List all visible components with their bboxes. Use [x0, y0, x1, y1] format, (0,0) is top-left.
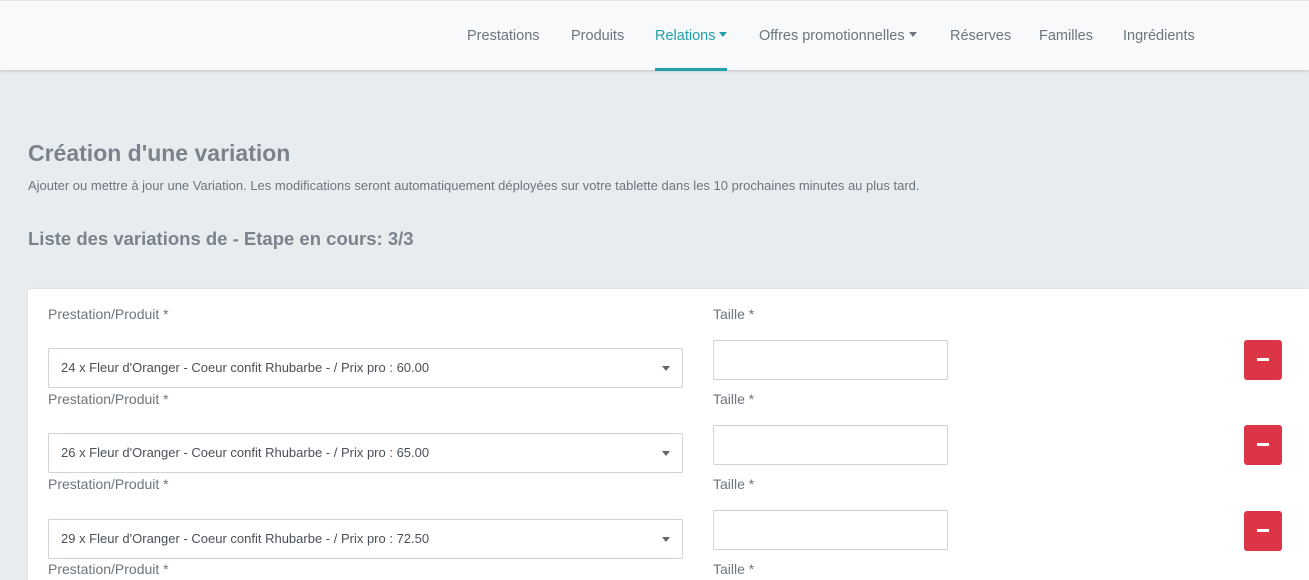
nav-item-ingredients[interactable]: Ingrédients [1123, 1, 1195, 71]
size-label: Taille * [713, 306, 755, 322]
product-select[interactable]: 24 x Fleur d'Oranger - Coeur confit Rhub… [48, 348, 683, 388]
variations-card: Prestation/Produit * 24 x Fleur d'Orange… [28, 289, 1309, 580]
size-input[interactable] [713, 425, 948, 465]
size-label: Taille * [713, 391, 755, 407]
minus-icon [1257, 529, 1269, 532]
nav-item-reserves[interactable]: Réserves [950, 1, 1011, 71]
variation-row: Prestation/Produit * Taille * [28, 560, 1309, 580]
nav-item-label: Réserves [950, 28, 1012, 44]
variation-row: Prestation/Produit * 24 x Fleur d'Orange… [28, 304, 1309, 389]
size-input[interactable] [713, 340, 948, 380]
product-select-value: 29 x Fleur d'Oranger - Coeur confit Rhub… [61, 531, 430, 546]
dropdown-arrow-icon [662, 366, 670, 371]
nav-item-familles[interactable]: Familles [1039, 1, 1093, 71]
product-label: Prestation/Produit * [48, 476, 169, 492]
nav-item-label: Offres promotionnelles [759, 28, 905, 44]
product-select-value: 26 x Fleur d'Oranger - Coeur confit Rhub… [61, 445, 430, 460]
remove-variation-button[interactable] [1244, 511, 1282, 551]
product-label: Prestation/Produit * [48, 561, 169, 577]
nav-item-label: Produits [571, 28, 625, 44]
list-title: Liste des variations de - Etape en cours… [28, 228, 414, 249]
caret-down-icon [908, 31, 917, 37]
dropdown-arrow-icon [662, 451, 670, 456]
page-subtitle: Ajouter ou mettre à jour une Variation. … [28, 178, 920, 193]
remove-variation-button[interactable] [1244, 340, 1282, 380]
variation-row: Prestation/Produit * 29 x Fleur d'Orange… [28, 474, 1309, 559]
top-navigation: Prestations Produits Relations Offres pr… [0, 0, 1309, 71]
size-label: Taille * [713, 561, 755, 577]
caret-down-icon [719, 31, 728, 37]
nav-item-label: Familles [1039, 28, 1093, 44]
nav-item-relations[interactable]: Relations [655, 1, 728, 71]
nav-item-offres-promotionnelles[interactable]: Offres promotionnelles [759, 1, 917, 71]
nav-item-produits[interactable]: Produits [571, 1, 624, 71]
product-select[interactable]: 26 x Fleur d'Oranger - Coeur confit Rhub… [48, 433, 683, 473]
variation-row: Prestation/Produit * 26 x Fleur d'Orange… [28, 389, 1309, 474]
product-select-value: 24 x Fleur d'Oranger - Coeur confit Rhub… [61, 360, 430, 375]
remove-variation-button[interactable] [1244, 425, 1282, 465]
size-label: Taille * [713, 476, 755, 492]
minus-icon [1257, 358, 1269, 361]
nav-item-label: Prestations [467, 28, 540, 44]
page-title: Création d'une variation [28, 140, 291, 166]
product-label: Prestation/Produit * [48, 306, 169, 322]
dropdown-arrow-icon [662, 537, 670, 542]
product-select[interactable]: 29 x Fleur d'Oranger - Coeur confit Rhub… [48, 519, 683, 559]
minus-icon [1257, 443, 1269, 446]
product-label: Prestation/Produit * [48, 391, 169, 407]
nav-item-label: Ingrédients [1123, 28, 1195, 44]
nav-item-label: Relations [655, 28, 716, 44]
nav-item-prestations[interactable]: Prestations [467, 1, 540, 71]
size-input[interactable] [713, 510, 948, 550]
